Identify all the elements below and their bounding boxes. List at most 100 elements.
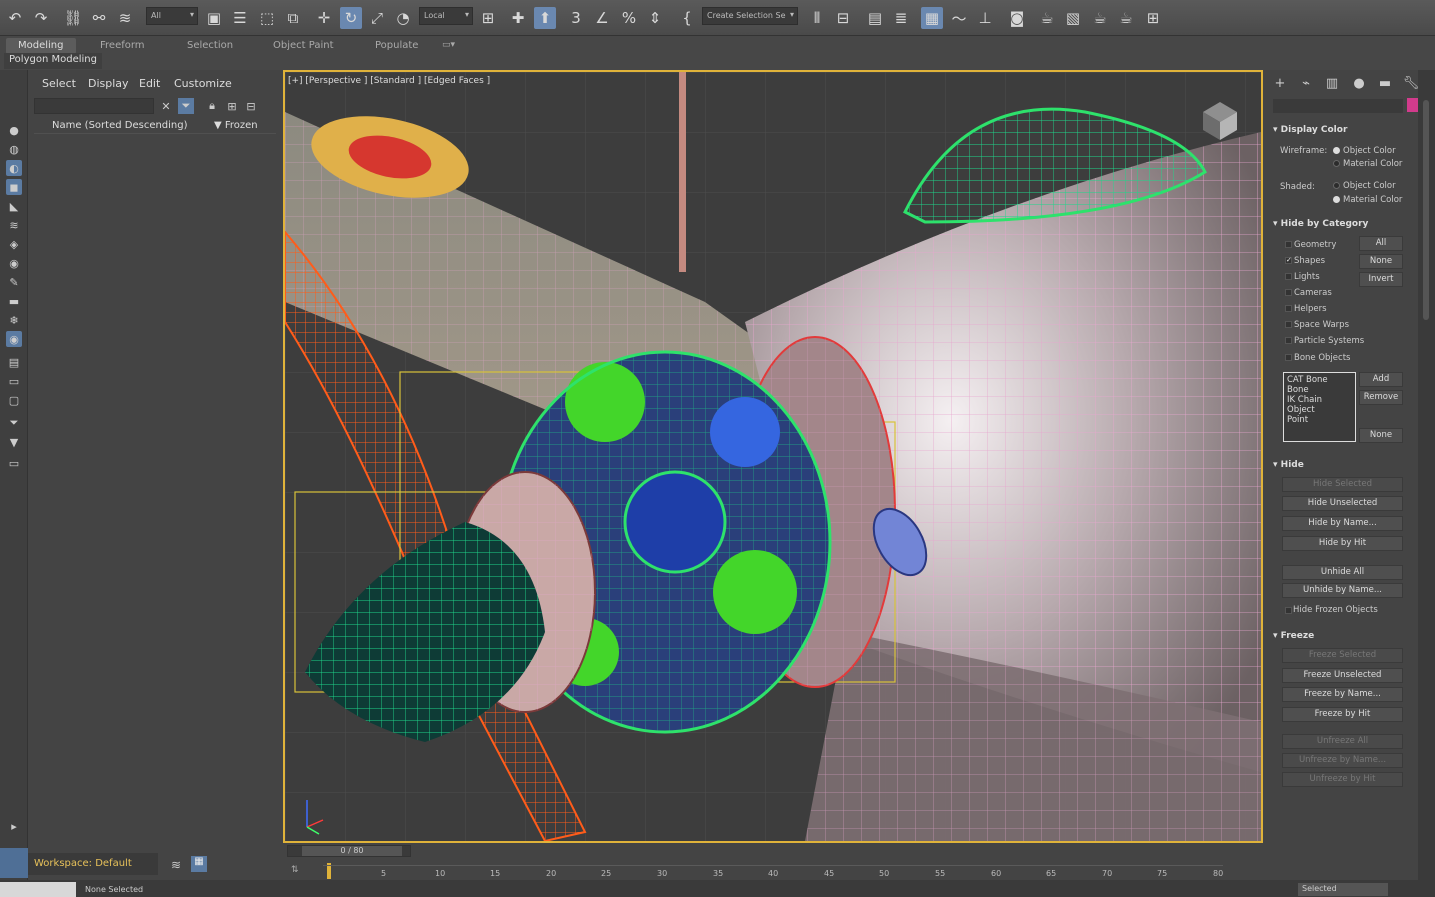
rendered-frame-icon[interactable]: ▧ xyxy=(1062,7,1084,29)
particle-systems-checkbox[interactable] xyxy=(1285,337,1292,344)
lights-checkbox[interactable] xyxy=(1285,273,1292,280)
add-button[interactable]: Add xyxy=(1359,372,1403,387)
category-list[interactable]: CAT Bone Bone IK Chain Object Point xyxy=(1283,372,1356,442)
tab-selection[interactable]: Selection xyxy=(175,38,245,54)
pivot-icon[interactable]: ⊞ xyxy=(477,7,499,29)
list-item[interactable]: Point xyxy=(1287,415,1352,425)
remove-button[interactable]: Remove xyxy=(1359,390,1403,405)
select-object-icon[interactable]: ▣ xyxy=(203,7,225,29)
funnel-icon[interactable]: ▼ xyxy=(6,434,22,450)
hide-selected-button[interactable]: Hide Selected xyxy=(1282,477,1403,492)
scene-explorer-icon[interactable]: ▤ xyxy=(864,7,886,29)
mirror-icon[interactable]: ⫴ xyxy=(806,7,828,29)
filter-funnel-icon[interactable]: ⏷ xyxy=(6,415,22,431)
angle-snap-icon[interactable]: ∠ xyxy=(591,7,613,29)
freeze-unselected-button[interactable]: Freeze Unselected xyxy=(1282,668,1403,683)
menu-edit[interactable]: Edit xyxy=(139,77,160,90)
tab-modeling[interactable]: Modeling xyxy=(6,38,76,54)
scrollbar-thumb[interactable] xyxy=(1423,100,1429,320)
hide-frozen-objects-checkbox[interactable] xyxy=(1285,607,1292,614)
spacewarps-filter-icon[interactable]: ◈ xyxy=(6,236,22,252)
layer-icon[interactable]: ▭ xyxy=(6,373,22,389)
list-item[interactable]: Bone xyxy=(1287,385,1352,395)
move-icon[interactable]: ✛ xyxy=(313,7,335,29)
motion-tab-icon[interactable]: ● xyxy=(1349,74,1369,92)
freeze-rollout-title[interactable]: ▾ Freeze xyxy=(1273,631,1314,641)
particles-filter-icon[interactable]: ❄ xyxy=(6,312,22,328)
list-none-button[interactable]: None xyxy=(1359,428,1403,443)
time-slider-thumb[interactable]: 0 / 80 xyxy=(302,846,402,856)
named-selection-dropdown[interactable]: Create Selection Se xyxy=(702,7,798,25)
snap-3d-icon[interactable]: 3 xyxy=(565,7,587,29)
place-icon[interactable]: ◔ xyxy=(392,7,414,29)
menu-display[interactable]: Display xyxy=(88,77,129,90)
expand-arrow-icon[interactable]: ▸ xyxy=(6,818,22,834)
undo-icon[interactable]: ↶ xyxy=(4,7,26,29)
viewport-label[interactable]: [+] [Perspective ] [Standard ] [Edged Fa… xyxy=(288,76,490,86)
time-slider[interactable]: 0 / 80 xyxy=(287,845,411,857)
scale-icon[interactable]: ⤢ xyxy=(366,7,388,29)
render-setup-icon[interactable]: ☕ xyxy=(1036,7,1058,29)
filter-toggle-icon[interactable]: ⏷ xyxy=(178,98,194,114)
invert-button[interactable]: Invert xyxy=(1359,272,1403,287)
hierarchy-icon[interactable]: ⊞ xyxy=(224,98,240,114)
modify-tab-icon[interactable]: ⌁ xyxy=(1296,74,1316,92)
select-by-name-icon[interactable]: ☰ xyxy=(229,7,251,29)
layer-explorer-icon[interactable]: ≣ xyxy=(890,7,912,29)
notes-icon[interactable]: ▢ xyxy=(6,392,22,408)
visibility-filter-icon[interactable]: ◉ xyxy=(6,331,22,347)
cameras-filter-icon[interactable]: ◣ xyxy=(6,198,22,214)
shaded-object-color-radio[interactable] xyxy=(1333,182,1340,189)
create-tab-icon[interactable]: + xyxy=(1270,74,1290,92)
workspace-dropdown[interactable]: Workspace: Default xyxy=(28,853,158,875)
rect-selection-icon[interactable]: ⬚ xyxy=(256,7,278,29)
rotate-icon[interactable]: ↻ xyxy=(340,7,362,29)
hierarchy-tab-icon[interactable]: ▥ xyxy=(1322,74,1342,92)
shapes-filter-icon[interactable]: ◐ xyxy=(6,160,22,176)
menu-select[interactable]: Select xyxy=(42,77,76,90)
maxscript-mini-listener[interactable] xyxy=(0,882,76,897)
reference-coord-dropdown[interactable]: Local xyxy=(419,7,473,25)
hide-by-category-rollout-title[interactable]: ▾ Hide by Category xyxy=(1273,219,1368,229)
explorer-mode-icon[interactable]: ▦ xyxy=(191,856,207,872)
spinner-snap-icon[interactable]: ⇕ xyxy=(644,7,666,29)
frozen-column-header[interactable]: ▼ Frozen xyxy=(214,120,258,131)
unhide-all-button[interactable]: Unhide All xyxy=(1282,565,1403,580)
none-button[interactable]: None xyxy=(1359,254,1403,269)
display-none-icon[interactable]: ● xyxy=(6,122,22,138)
edit-named-selection-icon[interactable]: { xyxy=(676,7,698,29)
percent-snap-icon[interactable]: % xyxy=(618,7,640,29)
unfreeze-all-button[interactable]: Unfreeze All xyxy=(1282,734,1403,749)
display-tab-icon[interactable]: ▬ xyxy=(1375,74,1395,92)
window-crossing-icon[interactable]: ⧉ xyxy=(282,7,304,29)
freeze-by-hit-button[interactable]: Freeze by Hit xyxy=(1282,707,1403,722)
hide-by-name-button[interactable]: Hide by Name... xyxy=(1282,516,1403,531)
lock-icon[interactable]: 🔒︎ xyxy=(204,98,220,114)
all-button[interactable]: All xyxy=(1359,236,1403,251)
cameras-checkbox[interactable] xyxy=(1285,289,1292,296)
wireframe-material-color-radio[interactable] xyxy=(1333,160,1340,167)
bone-objects-checkbox[interactable] xyxy=(1285,354,1292,361)
key-mode-dropdown[interactable]: Selected xyxy=(1298,883,1388,896)
render-production-icon[interactable]: ☕ xyxy=(1115,7,1137,29)
list-item[interactable]: CAT Bone xyxy=(1287,375,1352,385)
ribbon-subtitle[interactable]: Polygon Modeling xyxy=(4,53,102,69)
key-filter-icon[interactable]: ⇅ xyxy=(291,865,299,875)
explorer-search-input[interactable] xyxy=(34,98,154,114)
track-bar[interactable] xyxy=(323,865,1223,866)
curve-editor-icon[interactable]: 〜 xyxy=(948,7,970,29)
bind-spacewarp-icon[interactable]: ≋ xyxy=(114,7,136,29)
name-column-header[interactable]: Name (Sorted Descending) xyxy=(52,120,188,131)
unhide-by-name-button[interactable]: Unhide by Name... xyxy=(1282,583,1403,598)
command-panel-scrollbar[interactable] xyxy=(1418,70,1435,880)
bones-filter-icon[interactable]: ▬ xyxy=(6,293,22,309)
folder-icon[interactable]: ▭ xyxy=(6,455,22,471)
hide-by-hit-button[interactable]: Hide by Hit xyxy=(1282,536,1403,551)
keyboard-shortcut-override-icon[interactable]: ⬆ xyxy=(534,7,556,29)
maxscript-listener[interactable] xyxy=(0,848,28,878)
geometry-filter-icon[interactable]: ◍ xyxy=(6,141,22,157)
list-icon[interactable]: ▤ xyxy=(6,354,22,370)
menu-customize[interactable]: Customize xyxy=(174,77,232,90)
ribbon-options-icon[interactable]: ▭▾ xyxy=(430,38,467,54)
render-icon[interactable]: ☕ xyxy=(1089,7,1111,29)
